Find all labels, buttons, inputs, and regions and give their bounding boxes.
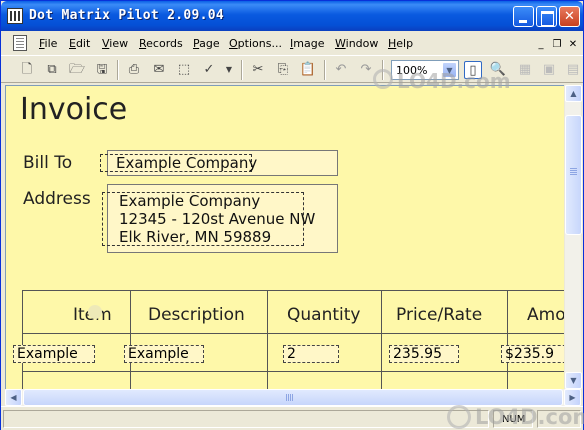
horizontal-scrollbar[interactable]: ◀ ▶ (5, 389, 581, 406)
cell-quantity[interactable]: 2 (283, 345, 339, 363)
bill-to-value: Example Company (116, 154, 258, 172)
address-line-3: Elk River, MN 59889 (119, 228, 272, 246)
spellcheck-dropdown-icon[interactable]: ▼ (220, 61, 238, 79)
title-bar[interactable]: Dot Matrix Pilot 2.09.04 ✕ (1, 1, 583, 31)
header-description[interactable]: Description (148, 305, 245, 325)
cut-icon[interactable]: ✂ (249, 61, 267, 79)
minimize-button[interactable] (513, 6, 534, 27)
app-window: Dot Matrix Pilot 2.09.04 ✕ File Edit Vie… (0, 0, 584, 430)
watermark-text-bottom: LO4D.com (475, 405, 584, 429)
watermark-text-top: LO4D.com (397, 69, 511, 93)
cell-amount[interactable]: $235.9 (501, 345, 564, 363)
header-price-rate[interactable]: Price/Rate (396, 305, 482, 325)
status-panel-main (3, 410, 489, 428)
menu-records[interactable]: Records (139, 37, 183, 50)
save-icon[interactable]: 🖫 (93, 61, 111, 79)
paste-icon[interactable]: 📋 (299, 61, 317, 79)
menu-help[interactable]: Help (388, 37, 413, 50)
menu-page[interactable]: Page (193, 37, 220, 50)
header-quantity[interactable]: Quantity (287, 305, 360, 325)
watermark-logo-icon (373, 69, 393, 89)
scroll-down-icon[interactable]: ▼ (565, 372, 582, 389)
menu-file[interactable]: File (39, 37, 57, 50)
faint-watermark-icon (88, 305, 102, 319)
scroll-left-icon[interactable]: ◀ (5, 389, 22, 406)
vertical-scrollbar[interactable]: ▲ ▼ (564, 85, 582, 389)
new-icon[interactable]: 🗋 (18, 61, 36, 79)
mdi-minimize-icon[interactable]: _ (536, 40, 546, 50)
address-line-1: Example Company (119, 192, 261, 210)
image-icon[interactable]: ▣ (540, 61, 558, 79)
menu-bar: File Edit View Records Page Options... I… (1, 31, 583, 55)
invoice-title: Invoice (20, 92, 128, 127)
menu-window[interactable]: Window (335, 37, 378, 50)
close-button[interactable]: ✕ (559, 6, 580, 27)
print-preview-icon[interactable]: ✉ (150, 61, 168, 79)
vertical-scroll-thumb[interactable] (565, 115, 582, 235)
print-icon[interactable]: ⎙ (125, 61, 143, 79)
address-line-2: 12345 - 120st Avenue NW (119, 210, 316, 228)
export-icon[interactable]: ⬚ (175, 61, 193, 79)
copy-icon[interactable]: ⎘ (274, 61, 292, 79)
app-icon[interactable] (7, 8, 23, 24)
header-amount[interactable]: Amo (527, 305, 564, 325)
grid-icon[interactable]: ▦ (516, 61, 534, 79)
horizontal-scroll-thumb[interactable] (23, 389, 563, 406)
cell-description[interactable]: Example (124, 345, 204, 363)
menu-edit[interactable]: Edit (69, 37, 90, 50)
menu-view[interactable]: View (102, 37, 128, 50)
document-canvas[interactable]: Invoice Bill To Example Company Address … (5, 85, 564, 389)
bill-to-label: Bill To (23, 153, 73, 173)
mdi-restore-icon[interactable]: ❐ (552, 40, 562, 50)
scroll-up-icon[interactable]: ▲ (565, 85, 582, 102)
document-icon[interactable] (13, 35, 27, 51)
table-icon[interactable]: ▤ (564, 61, 582, 79)
maximize-button[interactable] (536, 6, 557, 27)
mdi-close-icon[interactable]: ✕ (568, 40, 578, 50)
watermark-logo-icon-bottom (447, 405, 471, 429)
window-title: Dot Matrix Pilot 2.09.04 (29, 8, 225, 23)
spellcheck-icon[interactable]: ✓ (200, 61, 218, 79)
menu-image[interactable]: Image (290, 37, 324, 50)
scroll-right-icon[interactable]: ▶ (564, 389, 581, 406)
menu-options[interactable]: Options... (229, 37, 282, 50)
cell-price-rate[interactable]: 235.95 (389, 345, 459, 363)
invoice-table: Item Description Quantity Price/Rate Amo… (13, 290, 564, 389)
open-folder-icon[interactable]: 🗁 (68, 61, 86, 79)
undo-icon[interactable]: ↶ (332, 61, 350, 79)
copy-document-icon[interactable]: ⧉ (43, 61, 61, 79)
cell-item[interactable]: Example (13, 345, 95, 363)
address-label: Address (23, 189, 91, 209)
